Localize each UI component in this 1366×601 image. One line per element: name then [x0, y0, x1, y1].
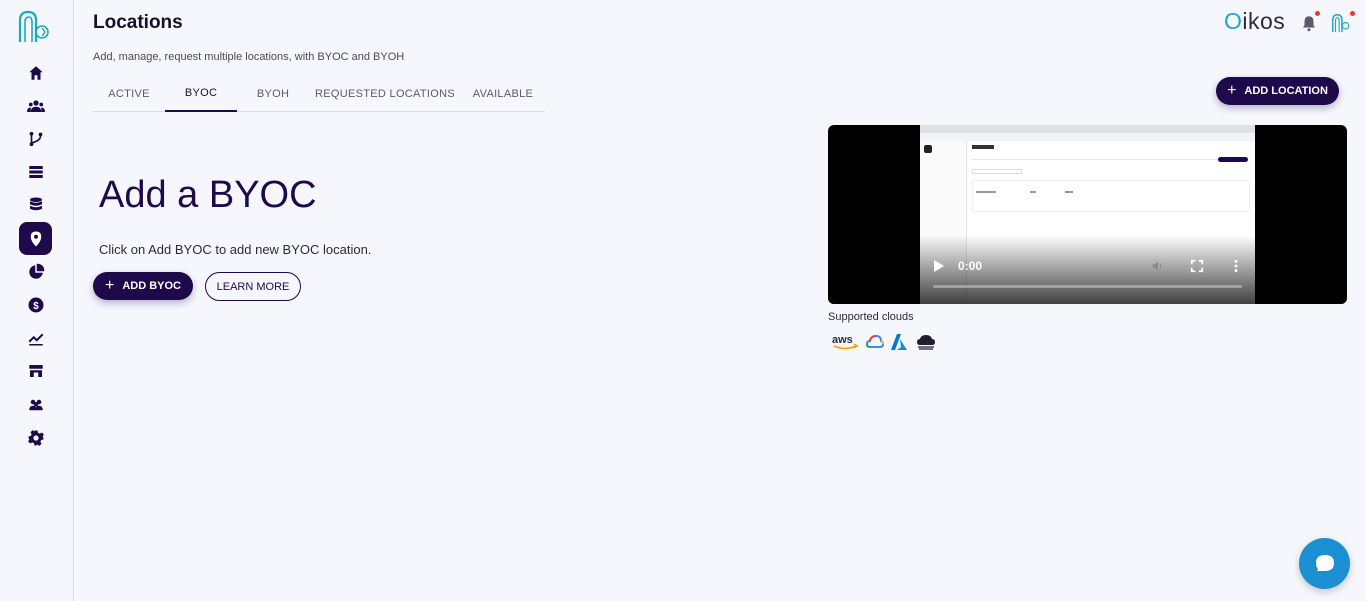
sidebar-item-settings[interactable] — [19, 421, 52, 454]
fullscreen-icon[interactable] — [1190, 259, 1204, 273]
tutorial-video-player[interactable]: 0:00 — [828, 125, 1347, 304]
page-subtitle: Add, manage, request multiple locations,… — [93, 51, 405, 63]
supported-clouds-label: Supported clouds — [828, 311, 914, 323]
sidebar-item-servers[interactable] — [19, 155, 52, 188]
google-cloud-logo-icon — [866, 334, 884, 348]
volume-icon[interactable] — [1151, 259, 1165, 273]
play-icon[interactable] — [933, 259, 945, 273]
app-logo-icon[interactable] — [16, 8, 54, 46]
video-time: 0:00 — [958, 259, 983, 273]
sidebar-item-analytics[interactable] — [19, 255, 52, 288]
add-byoc-button[interactable]: + ADD BYOC — [93, 272, 193, 300]
location-pin-icon — [30, 231, 41, 246]
servers-icon — [28, 165, 43, 178]
sidebar-item-users[interactable] — [19, 89, 52, 122]
plus-icon: + — [104, 277, 115, 294]
sidebar-item-marketplace[interactable] — [19, 354, 52, 387]
location-tabs: ACTIVE BYOC BYOH REQUESTED LOCATIONS AVA… — [93, 76, 545, 112]
tab-byoh[interactable]: BYOH — [237, 76, 309, 112]
tab-byoc[interactable]: BYOC — [165, 76, 237, 112]
bell-icon[interactable] — [1300, 14, 1318, 32]
sidebar-item-locations[interactable] — [19, 222, 52, 255]
video-progress-bar[interactable] — [933, 285, 1242, 288]
notification-dot — [1315, 11, 1320, 16]
store-icon — [28, 364, 43, 377]
add-byoc-label: ADD BYOC — [122, 280, 181, 292]
page-title: Locations — [93, 12, 183, 33]
tab-available[interactable]: AVAILABLE — [461, 76, 545, 112]
dollar-icon: $ — [28, 297, 43, 312]
plus-icon: + — [1227, 82, 1237, 99]
chat-bubble-icon — [1315, 554, 1334, 571]
brand-logo-text: ikos — [1242, 8, 1286, 34]
branch-icon — [29, 131, 42, 146]
learn-more-button[interactable]: LEARN MORE — [205, 272, 301, 301]
database-icon — [29, 197, 42, 210]
avatar[interactable] — [1330, 12, 1352, 34]
oracle-cloud-logo-icon — [917, 335, 935, 350]
add-location-label: ADD LOCATION — [1244, 85, 1328, 97]
pie-chart-icon — [28, 263, 44, 279]
gear-icon — [27, 429, 44, 446]
sidebar-item-database[interactable] — [19, 188, 52, 221]
add-location-button[interactable]: + ADD LOCATION — [1216, 77, 1339, 105]
sidebar-item-billing[interactable]: $ — [19, 288, 52, 321]
brand-logo-first-letter: O — [1224, 8, 1243, 34]
empty-state-heading: Add a BYOC — [99, 174, 317, 216]
avatar-status-dot — [1350, 11, 1355, 16]
users-icon — [26, 99, 45, 112]
sidebar-item-team[interactable] — [19, 388, 52, 421]
empty-state-hint: Click on Add BYOC to add new BYOC locati… — [99, 242, 372, 257]
sidebar-item-metrics[interactable] — [19, 321, 52, 354]
tab-active[interactable]: ACTIVE — [93, 76, 165, 112]
trend-icon — [28, 333, 43, 345]
home-icon — [28, 65, 43, 80]
sidebar-item-branches[interactable] — [19, 122, 52, 155]
sidebar: $ — [0, 0, 74, 601]
azure-logo-icon — [891, 334, 907, 350]
aws-logo-icon: aws — [832, 334, 859, 350]
svg-text:aws: aws — [832, 334, 853, 346]
tab-requested-locations[interactable]: REQUESTED LOCATIONS — [309, 76, 461, 112]
svg-text:$: $ — [33, 300, 39, 311]
team-icon — [28, 399, 43, 410]
brand-logo: Oikos — [1224, 8, 1285, 35]
chat-launcher-button[interactable] — [1299, 538, 1350, 589]
sidebar-item-home[interactable] — [19, 56, 52, 89]
more-options-icon[interactable] — [1230, 259, 1242, 273]
